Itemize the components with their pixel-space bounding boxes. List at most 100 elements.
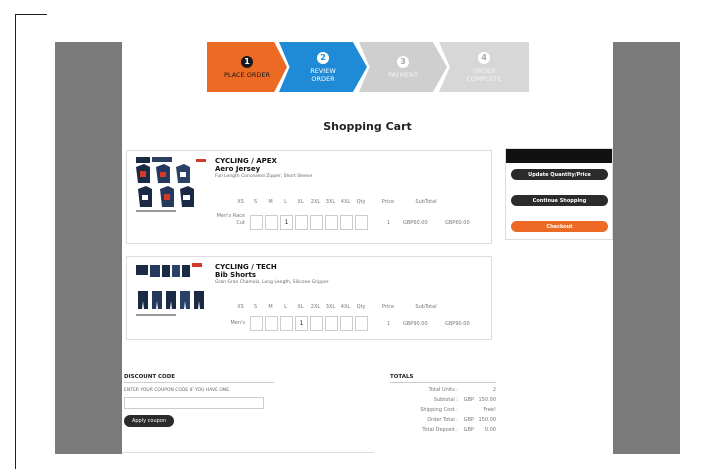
panel-header-bar — [506, 149, 612, 163]
size-header: S — [253, 304, 258, 310]
size-header: 2XL — [310, 304, 321, 310]
item-price: GBP60.00 — [403, 220, 428, 226]
size-qty-input[interactable] — [355, 215, 368, 230]
size-header: M — [268, 304, 273, 310]
size-qty-input[interactable] — [310, 215, 323, 230]
totals-section: TOTALS Total Units : 2 Subtotal : GBP 15… — [390, 374, 496, 433]
fit-label: Men's — [230, 320, 245, 326]
coupon-input[interactable] — [124, 397, 264, 409]
totals-row: Order Total : GBP 150.00 — [390, 417, 496, 423]
item-price: GBP90.00 — [403, 321, 428, 327]
size-header: 4XL — [340, 199, 351, 205]
totals-row: Shipping Cost : Free! — [390, 407, 496, 413]
cart-item: CYCLING / TECH Bib Shorts Gran Gran Cham… — [126, 256, 492, 340]
discount-title: DISCOUNT CODE — [124, 374, 274, 383]
size-qty-input[interactable] — [325, 316, 338, 331]
item-subtotal: GBP60.00 — [445, 220, 470, 226]
continue-shopping-button[interactable]: Continue Shopping — [511, 195, 608, 206]
step-number: 3 — [397, 55, 409, 68]
totals-label: Total Deposit : — [422, 427, 458, 433]
totals-value: 150.00 — [478, 397, 497, 403]
item-description: Gran Gran Chamois, Long Length, Silicone… — [215, 280, 329, 285]
jersey-product-image[interactable] — [134, 155, 210, 215]
size-qty-input[interactable] — [280, 316, 293, 331]
size-header: L — [284, 199, 287, 205]
checkout-button[interactable]: Checkout — [511, 221, 608, 232]
frame-corner-vertical — [15, 14, 16, 469]
item-description: Full Length Concealed Zipper, Short Slee… — [215, 174, 313, 179]
cart-item: CYCLING / APEX Aero Jersey Full Length C… — [126, 150, 492, 244]
item-info: CYCLING / APEX Aero Jersey Full Length C… — [215, 157, 312, 179]
step-number: 2 — [317, 51, 329, 64]
step-number: 1 — [241, 55, 253, 68]
item-category: CYCLING / APEX — [215, 157, 277, 165]
totals-label: Total Units : — [428, 387, 458, 393]
totals-currency — [458, 387, 474, 393]
size-header: 4XL — [340, 304, 351, 310]
size-qty-input[interactable] — [295, 215, 308, 230]
step-label: REVIEW ORDER — [310, 66, 336, 83]
step-label: PLACE ORDER — [224, 70, 270, 79]
cart-page: 1 PLACE ORDER 2 REVIEW ORDER 3 PAYMENT 4… — [122, 42, 613, 462]
step-order-complete: 4 ORDER COMPLETE — [439, 42, 529, 92]
subtotal-header: SubTotal — [415, 304, 437, 310]
qty-header: Qty — [356, 304, 366, 310]
size-inputs: 1 — [250, 316, 370, 331]
item-name[interactable]: Bib Shorts — [215, 271, 329, 279]
fit-label: Men's Race Cut — [216, 213, 245, 226]
step-place-order[interactable]: 1 PLACE ORDER — [207, 42, 287, 92]
totals-currency — [458, 407, 474, 413]
size-header: XS — [237, 304, 244, 310]
totals-label: Order Total : — [427, 417, 458, 423]
item-category: CYCLING / TECH — [215, 263, 277, 271]
totals-label: Shipping Cost : — [420, 407, 458, 413]
size-qty-input[interactable] — [325, 215, 338, 230]
size-header: 3XL — [325, 304, 336, 310]
size-qty-input[interactable] — [250, 215, 263, 230]
size-header: XL — [297, 199, 304, 205]
bib-shorts-product-image[interactable] — [134, 261, 210, 321]
totals-row: Total Units : 2 — [390, 387, 496, 393]
step-payment: 3 PAYMENT — [359, 42, 447, 92]
size-qty-input[interactable] — [250, 316, 263, 331]
size-qty-input[interactable]: 1 — [280, 215, 293, 230]
item-qty: 1 — [387, 220, 391, 226]
step-number: 4 — [478, 51, 490, 64]
totals-currency: GBP — [463, 417, 474, 423]
discount-section: DISCOUNT CODE ENTER YOUR COUPON CODE IF … — [124, 374, 274, 427]
qty-header: Qty — [356, 199, 366, 205]
discount-hint: ENTER YOUR COUPON CODE IF YOU HAVE ONE. — [124, 388, 231, 393]
subtotal-header: SubTotal — [415, 199, 437, 205]
totals-row: Subtotal : GBP 150.00 — [390, 397, 496, 403]
apply-coupon-button[interactable]: Apply coupon — [124, 415, 174, 427]
item-info: CYCLING / TECH Bib Shorts Gran Gran Cham… — [215, 263, 329, 285]
size-qty-input[interactable]: 1 — [295, 316, 308, 331]
right-gutter — [613, 42, 680, 454]
price-header: Price — [381, 304, 395, 310]
size-header: XL — [297, 304, 304, 310]
item-qty: 1 — [387, 321, 391, 327]
order-progress: 1 PLACE ORDER 2 REVIEW ORDER 3 PAYMENT 4… — [207, 42, 529, 92]
size-qty-input[interactable] — [355, 316, 368, 331]
totals-row: Total Deposit : GBP 0.00 — [390, 427, 496, 433]
item-subtotal: GBP90.00 — [445, 321, 470, 327]
update-quantity-button[interactable]: Update Quantity/Price — [511, 169, 608, 180]
page-title: Shopping Cart — [323, 120, 412, 133]
size-header: XS — [237, 199, 244, 205]
size-qty-input[interactable] — [265, 316, 278, 331]
totals-label: Subtotal : — [433, 397, 458, 403]
size-qty-input[interactable] — [340, 316, 353, 331]
size-header: M — [268, 199, 273, 205]
size-header: 2XL — [310, 199, 321, 205]
totals-value: 2 — [492, 387, 496, 393]
step-label: PAYMENT — [388, 70, 418, 79]
step-review-order[interactable]: 2 REVIEW ORDER — [279, 42, 367, 92]
totals-currency: GBP — [463, 427, 474, 433]
size-inputs: 1 — [250, 215, 370, 230]
size-qty-input[interactable] — [310, 316, 323, 331]
size-qty-input[interactable] — [340, 215, 353, 230]
item-name[interactable]: Aero Jersey — [215, 165, 312, 173]
size-header: S — [253, 199, 258, 205]
totals-title: TOTALS — [390, 374, 496, 383]
size-qty-input[interactable] — [265, 215, 278, 230]
